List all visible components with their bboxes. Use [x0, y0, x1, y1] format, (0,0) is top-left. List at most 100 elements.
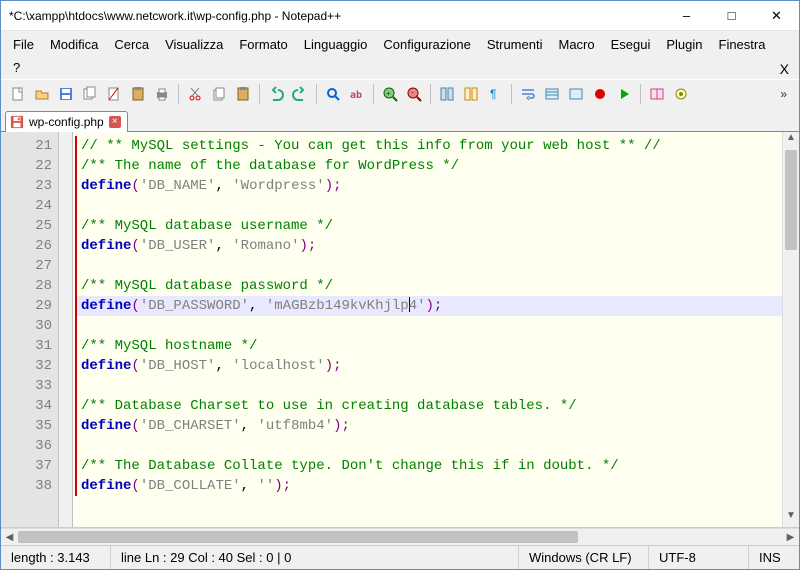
horizontal-scrollbar[interactable]: ◀ ▶ — [1, 528, 799, 545]
cut-button[interactable] — [184, 83, 206, 105]
line-number[interactable]: 37 — [1, 456, 52, 476]
vertical-scroll-thumb[interactable] — [785, 150, 797, 250]
code-line[interactable] — [75, 436, 782, 456]
code-line[interactable]: /** The name of the database for WordPre… — [75, 156, 782, 176]
scroll-down-icon[interactable]: ▼ — [783, 510, 799, 527]
copy-file-button[interactable] — [79, 83, 101, 105]
line-number[interactable]: 22 — [1, 156, 52, 176]
scroll-left-icon[interactable]: ◀ — [1, 532, 18, 543]
zoom-in-button[interactable]: + — [379, 83, 401, 105]
scroll-right-icon[interactable]: ▶ — [782, 532, 799, 543]
status-eol[interactable]: Windows (CR LF) — [519, 546, 649, 569]
status-insert-mode[interactable]: INS — [749, 546, 799, 569]
code-line[interactable]: define('DB_CHARSET', 'utf8mb4'); — [75, 416, 782, 436]
new-file-button[interactable] — [7, 83, 29, 105]
menu-strumenti[interactable]: Strumenti — [479, 33, 551, 56]
line-number[interactable]: 32 — [1, 356, 52, 376]
code-line[interactable] — [75, 256, 782, 276]
fold-column[interactable] — [59, 132, 73, 527]
toolbar-overflow-icon[interactable]: » — [774, 87, 793, 101]
code-token: ); — [299, 238, 316, 254]
menu-formato[interactable]: Formato — [231, 33, 295, 56]
all-chars-button[interactable] — [460, 83, 482, 105]
zoom-out-button[interactable]: - — [403, 83, 425, 105]
code-area[interactable]: // ** MySQL settings - You can get this … — [73, 132, 782, 527]
toolbar-separator — [373, 84, 374, 104]
vertical-scrollbar[interactable]: ▲ ▼ — [782, 132, 799, 527]
cut-file-button[interactable] — [103, 83, 125, 105]
code-line[interactable]: /** Database Charset to use in creating … — [75, 396, 782, 416]
minimize-button[interactable]: – — [664, 1, 709, 30]
code-token: 'DB_COLLATE' — [140, 478, 241, 494]
horizontal-scroll-thumb[interactable] — [18, 531, 578, 543]
tab-close-icon[interactable]: × — [109, 116, 121, 128]
line-number[interactable]: 35 — [1, 416, 52, 436]
print-button[interactable] — [151, 83, 173, 105]
line-number[interactable]: 24 — [1, 196, 52, 216]
code-line[interactable]: define('DB_PASSWORD', 'mAGBzb149kvKhjlp4… — [75, 296, 782, 316]
paste-button[interactable] — [232, 83, 254, 105]
line-number[interactable]: 27 — [1, 256, 52, 276]
menu-esegui[interactable]: Esegui — [603, 33, 659, 56]
indent-guide-button[interactable]: ¶ — [484, 83, 506, 105]
compare-button[interactable] — [646, 83, 668, 105]
code-line[interactable]: /** MySQL database username */ — [75, 216, 782, 236]
menu-plugin[interactable]: Plugin — [658, 33, 710, 56]
code-line[interactable] — [75, 316, 782, 336]
line-number[interactable]: 34 — [1, 396, 52, 416]
line-number[interactable]: 23 — [1, 176, 52, 196]
menu-linguaggio[interactable]: Linguaggio — [296, 33, 376, 56]
menu-modifica[interactable]: Modifica — [42, 33, 106, 56]
code-line[interactable]: define('DB_USER', 'Romano'); — [75, 236, 782, 256]
scroll-up-icon[interactable]: ▲ — [783, 132, 799, 149]
plugins-button[interactable] — [670, 83, 692, 105]
code-line[interactable]: /** The Database Collate type. Don't cha… — [75, 456, 782, 476]
menu-visualizza[interactable]: Visualizza — [157, 33, 231, 56]
line-number[interactable]: 38 — [1, 476, 52, 496]
status-encoding[interactable]: UTF-8 — [649, 546, 749, 569]
line-number[interactable]: 31 — [1, 336, 52, 356]
line-number[interactable]: 21 — [1, 136, 52, 156]
code-line[interactable] — [75, 196, 782, 216]
record-button[interactable] — [589, 83, 611, 105]
open-file-button[interactable] — [31, 83, 53, 105]
copy-button[interactable] — [208, 83, 230, 105]
line-number-gutter[interactable]: 212223242526272829303132333435363738 — [1, 132, 59, 527]
wrap-button[interactable] — [517, 83, 539, 105]
line-number[interactable]: 28 — [1, 276, 52, 296]
menu-macro[interactable]: Macro — [550, 33, 602, 56]
monitor-button[interactable] — [565, 83, 587, 105]
code-line[interactable]: define('DB_COLLATE', ''); — [75, 476, 782, 496]
menu-[interactable]: ? — [5, 56, 28, 79]
wrap-icon — [520, 86, 536, 102]
line-number[interactable]: 25 — [1, 216, 52, 236]
sync-button[interactable] — [436, 83, 458, 105]
menu-configurazione[interactable]: Configurazione — [375, 33, 478, 56]
menu-finestra[interactable]: Finestra — [711, 33, 774, 56]
menu-file[interactable]: File — [5, 33, 42, 56]
close-button[interactable]: ✕ — [754, 1, 799, 30]
play-button[interactable] — [613, 83, 635, 105]
maximize-button[interactable]: □ — [709, 1, 754, 30]
code-line[interactable] — [75, 376, 782, 396]
code-line[interactable]: define('DB_NAME', 'Wordpress'); — [75, 176, 782, 196]
tab-wp-config[interactable]: wp-config.php × — [5, 111, 128, 132]
replace-button[interactable]: ab — [346, 83, 368, 105]
mdi-close-icon[interactable]: X — [780, 61, 789, 77]
line-number[interactable]: 26 — [1, 236, 52, 256]
line-number[interactable]: 33 — [1, 376, 52, 396]
find-button[interactable] — [322, 83, 344, 105]
paste-file-button[interactable] — [127, 83, 149, 105]
line-number[interactable]: 29 — [1, 296, 52, 316]
undo-button[interactable] — [265, 83, 287, 105]
hidden-button[interactable] — [541, 83, 563, 105]
menu-cerca[interactable]: Cerca — [106, 33, 157, 56]
code-line[interactable]: /** MySQL hostname */ — [75, 336, 782, 356]
line-number[interactable]: 30 — [1, 316, 52, 336]
code-line[interactable]: /** MySQL database password */ — [75, 276, 782, 296]
redo-button[interactable] — [289, 83, 311, 105]
line-number[interactable]: 36 — [1, 436, 52, 456]
code-line[interactable]: // ** MySQL settings - You can get this … — [75, 136, 782, 156]
save-button[interactable] — [55, 83, 77, 105]
code-line[interactable]: define('DB_HOST', 'localhost'); — [75, 356, 782, 376]
